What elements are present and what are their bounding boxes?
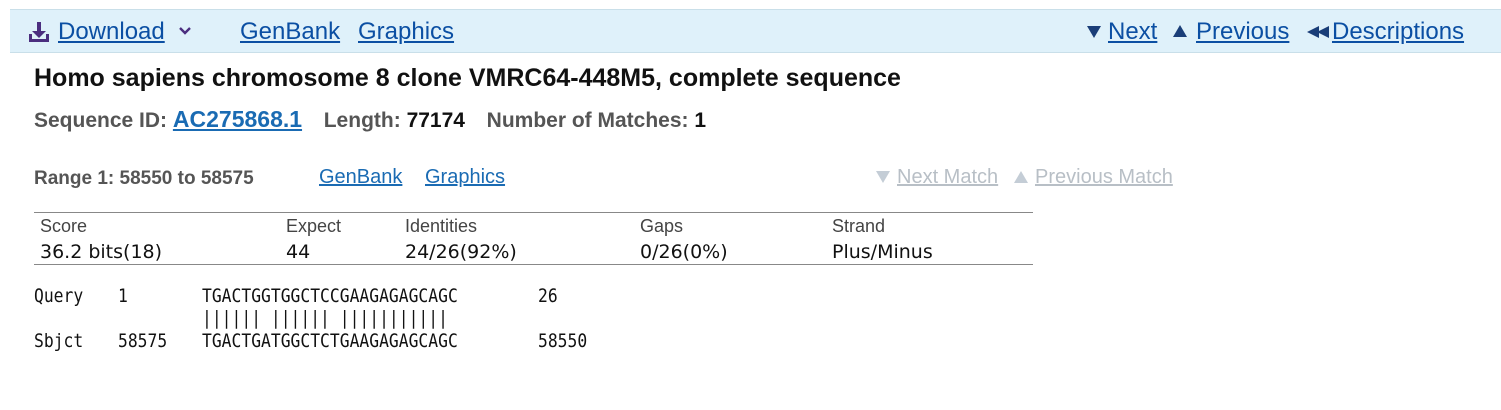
sbjct-label: Sbjct	[34, 330, 84, 352]
descriptions-link[interactable]: Descriptions	[1332, 17, 1464, 47]
query-start: 1	[118, 285, 128, 307]
sbjct-sequence: TGACTGATGGCTCTGAAGAGAGCAGC	[202, 330, 458, 352]
score-value: 36.2 bits(18)	[40, 241, 163, 263]
range-graphics-link[interactable]: Graphics	[425, 166, 505, 189]
range-genbank-link[interactable]: GenBank	[319, 166, 402, 189]
length-label: Length:	[323, 109, 401, 132]
sequence-id-label: Sequence ID:	[34, 109, 168, 132]
triangle-up-icon[interactable]	[1172, 24, 1188, 38]
results-toolbar: Download GenBank Graphics Next Previous …	[10, 9, 1501, 53]
matches-value: 1	[694, 109, 707, 132]
expect-value: 44	[286, 241, 311, 263]
sbjct-start: 58575	[118, 330, 168, 352]
graphics-link[interactable]: Graphics	[358, 17, 454, 47]
query-end: 26	[538, 285, 558, 307]
range-label: Range 1: 58550 to 58575	[34, 168, 254, 189]
strand-value: Plus/Minus	[832, 241, 933, 263]
strand-header: Strand	[832, 216, 886, 236]
query-sequence: TGACTGGTGGCTCCGAAGAGAGCAGC	[202, 285, 458, 307]
identities-header: Identities	[405, 216, 478, 236]
back-to-descriptions-icon[interactable]	[1306, 25, 1332, 39]
next-match-icon[interactable]	[875, 170, 891, 184]
matches-label: Number of Matches:	[486, 109, 689, 132]
identities-value: 24/26(92%)	[405, 241, 517, 263]
gaps-header: Gaps	[640, 216, 684, 236]
genbank-link[interactable]: GenBank	[240, 17, 340, 47]
next-link[interactable]: Next	[1108, 17, 1157, 47]
gaps-value: 0/26(0%)	[640, 241, 728, 263]
match-line: |||||| |||||| |||||||||||	[202, 307, 448, 329]
triangle-down-icon[interactable]	[1086, 25, 1102, 39]
sequence-id-link[interactable]: AC275868.1	[173, 106, 302, 132]
alignment-stats-table: Score 36.2 bits(18) Expect 44 Identities…	[34, 212, 1033, 265]
length-value: 77174	[406, 109, 465, 132]
query-label: Query	[34, 285, 84, 307]
download-icon[interactable]	[28, 21, 50, 43]
score-header: Score	[40, 216, 88, 236]
previous-link[interactable]: Previous	[1196, 17, 1289, 47]
chevron-down-icon[interactable]	[178, 25, 192, 37]
download-menu[interactable]: Download	[58, 17, 165, 47]
previous-match-icon[interactable]	[1013, 170, 1029, 184]
previous-match-link[interactable]: Previous Match	[1035, 166, 1173, 189]
next-match-link[interactable]: Next Match	[897, 166, 998, 189]
expect-header: Expect	[286, 216, 342, 236]
sbjct-end: 58550	[538, 330, 588, 352]
sequence-info: Sequence ID: AC275868.1 Length: 77174 Nu…	[34, 106, 706, 133]
sequence-title: Homo sapiens chromosome 8 clone VMRC64-4…	[34, 64, 901, 92]
